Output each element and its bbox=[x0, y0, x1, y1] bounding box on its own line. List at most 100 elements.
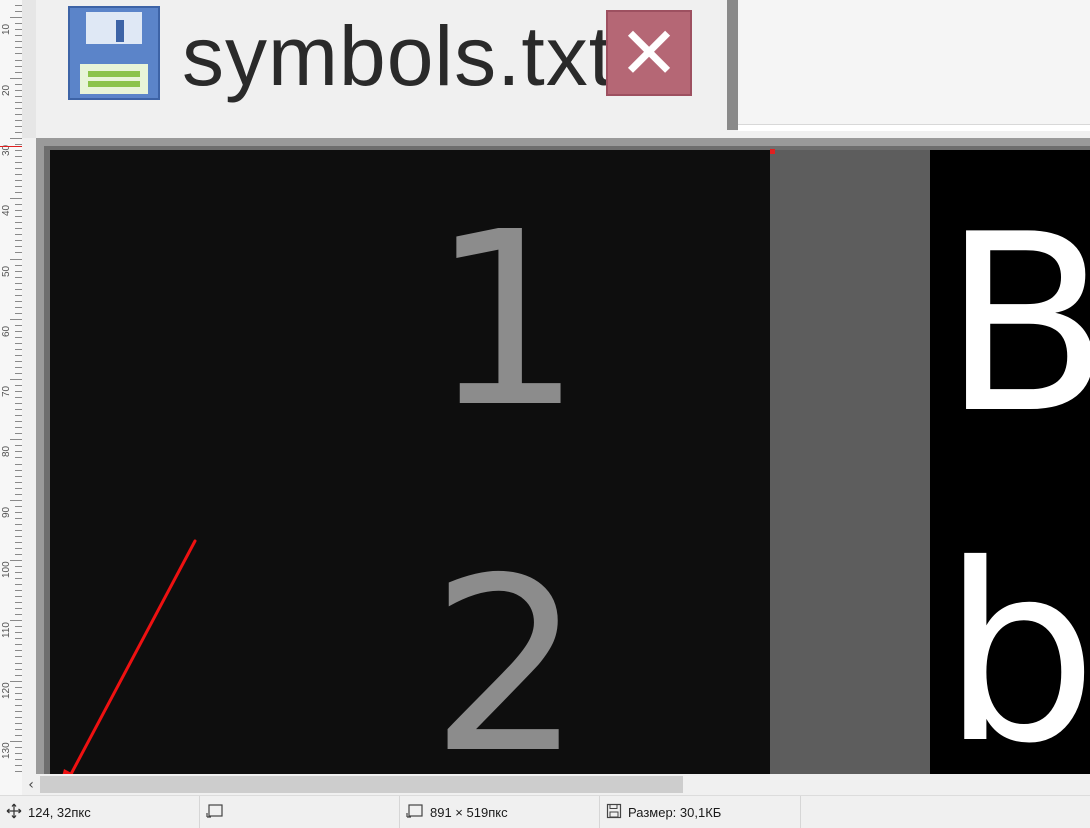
cursor-position-text: 124, 32пкс bbox=[28, 804, 91, 820]
ruler-tick bbox=[15, 584, 22, 585]
ruler-tick bbox=[15, 699, 22, 700]
ruler-label: 50 bbox=[1, 265, 12, 277]
ruler-tick bbox=[15, 530, 22, 531]
ruler-tick bbox=[15, 644, 22, 645]
ruler-tick bbox=[15, 168, 22, 169]
ruler-tick bbox=[15, 566, 22, 567]
ruler-tick bbox=[15, 331, 22, 332]
ruler-tick bbox=[15, 162, 22, 163]
ruler-tick bbox=[15, 361, 22, 362]
ruler-tick bbox=[15, 108, 22, 109]
image-size-text: 891 × 519пкс bbox=[430, 804, 508, 820]
ruler-tick bbox=[15, 735, 22, 736]
ruler-tick bbox=[15, 289, 22, 290]
ruler-tick bbox=[15, 301, 22, 302]
scrollbar-thumb[interactable] bbox=[40, 776, 683, 793]
ruler-label: 70 bbox=[1, 385, 12, 397]
ruler-tick bbox=[15, 29, 22, 30]
ruler-tick bbox=[15, 409, 22, 410]
ruler-tick bbox=[15, 433, 22, 434]
ruler-tick bbox=[15, 265, 22, 266]
ruler-tick bbox=[15, 675, 22, 676]
ruler-tick bbox=[15, 729, 22, 730]
ruler-tick bbox=[15, 373, 22, 374]
ruler-label: 40 bbox=[1, 204, 12, 216]
image-canvas[interactable]: symbols.txt ✕ 1 2 B b bbox=[22, 0, 1090, 774]
ruler-tick bbox=[15, 512, 22, 513]
ruler-tick bbox=[15, 403, 22, 404]
file-size-segment: Размер: 30,1КБ bbox=[600, 796, 801, 828]
ruler-tick bbox=[15, 90, 22, 91]
editor-tab-strip: symbols.txt ✕ bbox=[22, 0, 1090, 138]
ruler-tick bbox=[15, 132, 22, 133]
ruler-tick bbox=[15, 451, 22, 452]
ruler-tick bbox=[15, 240, 22, 241]
ruler-tick bbox=[15, 23, 22, 24]
close-tab-button[interactable]: ✕ bbox=[606, 10, 692, 96]
image-size-icon bbox=[406, 803, 424, 822]
text-area[interactable]: B b bbox=[930, 150, 1090, 774]
ruler-tick bbox=[15, 228, 22, 229]
ruler-tick bbox=[15, 723, 22, 724]
vertical-ruler: 10 20 30 40 50 60 70 80 90 100 110 120 130 bbox=[0, 0, 23, 797]
ruler-tick bbox=[15, 144, 22, 145]
ruler-tick bbox=[15, 518, 22, 519]
ruler-tick bbox=[15, 186, 22, 187]
ruler-tick bbox=[15, 524, 22, 525]
selection-icon bbox=[206, 803, 224, 822]
ruler-tick bbox=[15, 614, 22, 615]
ruler-tick bbox=[10, 138, 22, 139]
ruler-tick bbox=[15, 608, 22, 609]
ruler-tick bbox=[10, 379, 22, 380]
ruler-tick bbox=[10, 319, 22, 320]
ruler-tick bbox=[15, 325, 22, 326]
ruler-position-marker bbox=[0, 146, 22, 147]
ruler-tick bbox=[15, 602, 22, 603]
ruler-tick bbox=[15, 464, 22, 465]
ruler-tick bbox=[15, 120, 22, 121]
ruler-tick bbox=[15, 717, 22, 718]
ruler-label: 110 bbox=[1, 622, 12, 638]
chevron-left-icon: ‹ bbox=[28, 776, 34, 793]
ruler-tick bbox=[15, 156, 22, 157]
ruler-tick bbox=[15, 337, 22, 338]
ruler-tick bbox=[15, 283, 22, 284]
ruler-tick bbox=[15, 367, 22, 368]
line-number-gutter: 1 2 bbox=[50, 150, 770, 774]
ruler-tick bbox=[15, 11, 22, 12]
tab-strip-underline bbox=[738, 124, 1090, 131]
ruler-tick bbox=[15, 5, 22, 6]
status-bar: 124, 32пкс 891 × 519пкс Размер: 30,1КБ bbox=[0, 795, 1090, 828]
ruler-tick bbox=[15, 753, 22, 754]
text-line-1[interactable]: B bbox=[942, 202, 1090, 447]
horizontal-scrollbar[interactable]: ‹ bbox=[22, 774, 1090, 795]
ruler-tick bbox=[15, 216, 22, 217]
ruler-tick bbox=[10, 78, 22, 79]
ruler-label: 90 bbox=[1, 506, 12, 518]
ruler-tick bbox=[15, 415, 22, 416]
text-line-2[interactable]: b bbox=[942, 532, 1090, 774]
ruler-label: 120 bbox=[1, 682, 12, 699]
gutter-margin bbox=[770, 150, 930, 774]
tab-strip-empty-area bbox=[738, 0, 1090, 124]
ruler-tick bbox=[15, 47, 22, 48]
move-cursor-icon bbox=[6, 803, 22, 822]
ruler-tick bbox=[10, 259, 22, 260]
ruler-tick bbox=[15, 174, 22, 175]
ruler-tick bbox=[15, 35, 22, 36]
image-size-segment: 891 × 519пкс bbox=[400, 796, 600, 828]
ruler-tick bbox=[15, 126, 22, 127]
ruler-label: 100 bbox=[1, 561, 12, 578]
ruler-label: 10 bbox=[1, 23, 12, 35]
ruler-tick bbox=[15, 421, 22, 422]
selection-size-segment bbox=[200, 796, 400, 828]
tab-title[interactable]: symbols.txt bbox=[182, 6, 613, 106]
ruler-tick bbox=[10, 198, 22, 199]
save-icon bbox=[606, 803, 622, 822]
file-size-text: Размер: 30,1КБ bbox=[628, 804, 722, 820]
scroll-left-button[interactable]: ‹ bbox=[22, 774, 40, 795]
ruler-label: 130 bbox=[1, 742, 12, 759]
ruler-tick bbox=[15, 542, 22, 543]
ruler-tick bbox=[15, 349, 22, 350]
ruler-tick bbox=[15, 759, 22, 760]
